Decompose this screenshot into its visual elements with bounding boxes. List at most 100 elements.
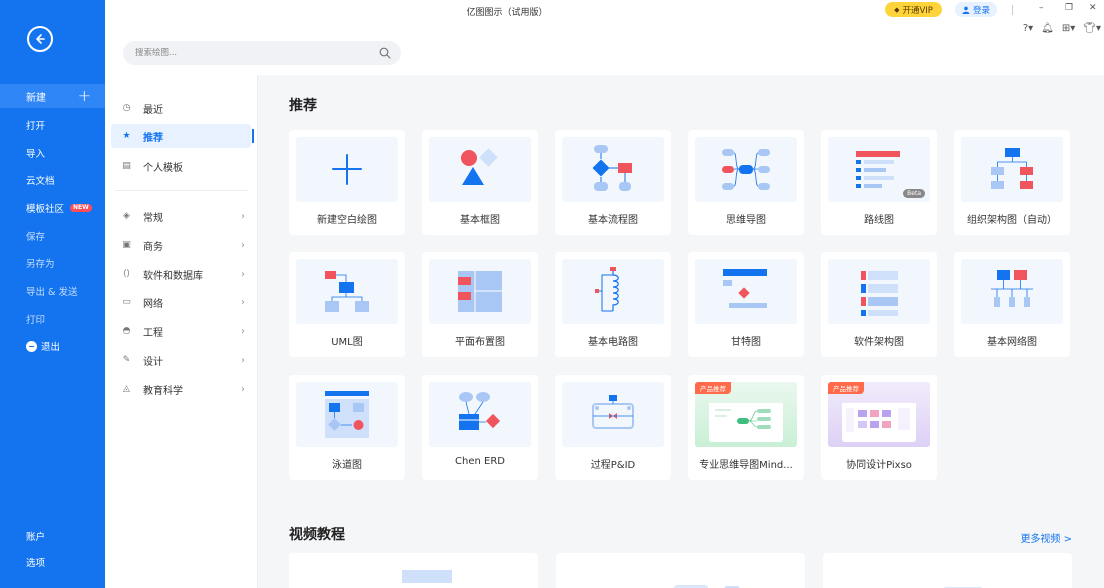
template-thumbnail <box>296 259 398 324</box>
sidebar-item-save[interactable]: 保存 <box>26 229 45 243</box>
template-card-uml[interactable]: UML图 <box>289 252 405 357</box>
template-card-pid[interactable]: 过程P&ID <box>555 375 671 480</box>
template-card-label: 软件架构图 <box>854 337 904 348</box>
template-card-mindmaster-promo[interactable]: 产品推荐 专业思维导图Mind... <box>688 375 804 480</box>
category-recommend[interactable]: ★ 推荐 <box>111 124 254 148</box>
template-card-label: 基本框图 <box>460 215 500 226</box>
template-card-network[interactable]: 基本网络图 <box>954 252 1070 357</box>
category-label: 教育科学 <box>143 385 183 397</box>
template-thumbnail <box>429 259 531 324</box>
category-label: 推荐 <box>143 132 163 144</box>
divider <box>1012 5 1013 15</box>
help-icon[interactable]: ?▾ <box>1023 23 1033 34</box>
template-card-label: 基本电路图 <box>588 337 638 348</box>
template-card-swimlane[interactable]: 泳道图 <box>289 375 405 480</box>
video-card[interactable] <box>823 553 1072 588</box>
search-input[interactable] <box>135 48 379 58</box>
category-label: 设计 <box>143 356 163 368</box>
app-window: 新建 + 打开 导入 云文档 模板社区 NEW 保存 另存为 导出 & 发送 打… <box>0 0 1104 588</box>
close-icon[interactable]: ✕ <box>1089 3 1097 13</box>
pencil-icon: ✎ <box>122 355 131 365</box>
template-thumbnail <box>562 137 664 202</box>
template-card-label: 甘特图 <box>731 337 761 348</box>
template-card-label: 基本网络图 <box>987 337 1037 348</box>
template-card-roadmap[interactable]: Beta 路线图 <box>821 130 937 235</box>
sidebar-item-export-send[interactable]: 导出 & 发送 <box>26 284 77 298</box>
template-thumbnail <box>429 382 531 447</box>
sidebar-item-account[interactable]: 账户 <box>26 529 45 543</box>
category-label: 商务 <box>143 241 163 253</box>
apps-grid-icon[interactable]: ⊞▾ <box>1062 23 1075 34</box>
star-icon: ★ <box>122 131 131 141</box>
category-business[interactable]: ▣ 商务 › <box>111 233 251 257</box>
sidebar-item-exit[interactable]: 退出 <box>26 339 60 353</box>
back-button[interactable] <box>27 26 53 52</box>
category-network[interactable]: ▭ 网络 › <box>111 290 251 314</box>
template-thumbnail: 产品推荐 <box>828 382 930 447</box>
sidebar-item-options[interactable]: 选项 <box>26 555 45 569</box>
clock-icon: ◷ <box>122 103 131 113</box>
template-card-blank[interactable]: 新建空白绘图 <box>289 130 405 235</box>
plus-icon <box>332 154 362 185</box>
template-card-pixso-promo[interactable]: 产品推荐 协同设计Pixso <box>821 375 937 480</box>
window-title: 亿图图示（试用版） <box>466 8 548 18</box>
sidebar-item-import[interactable]: 导入 <box>26 146 45 160</box>
template-card-circuit[interactable]: 基本电路图 <box>555 252 671 357</box>
category-education-science[interactable]: ◬ 教育科学 › <box>111 377 251 401</box>
template-card-mind-map[interactable]: 思维导图 <box>688 130 804 235</box>
chevron-right-icon: › <box>241 239 245 251</box>
category-recent[interactable]: ◷ 最近 <box>111 96 251 120</box>
briefcase-icon: ▣ <box>122 240 131 250</box>
category-nav: ◷ 最近 ★ 推荐 ▤ 个人模板 ◈ 常规 › ▣ 商务 › ⟨⟩ 软件和数据库… <box>105 75 258 588</box>
template-card-gantt[interactable]: 甘特图 <box>688 252 804 357</box>
category-general[interactable]: ◈ 常规 › <box>111 204 251 228</box>
org-chart-icon <box>991 148 1033 189</box>
minimize-icon[interactable]: – <box>1039 3 1044 13</box>
mind-map-icon <box>722 149 770 190</box>
architecture-icon <box>861 271 898 316</box>
main-content: 推荐 新建空白绘图 基本框图 基本流程图 思维导图 Beta 路线图 组织架构图… <box>258 75 1104 588</box>
sidebar-item-new[interactable]: 新建 + <box>0 84 105 108</box>
category-label: 最近 <box>143 104 163 116</box>
category-personal-templates[interactable]: ▤ 个人模板 <box>111 154 251 178</box>
search-icon[interactable] <box>379 47 391 59</box>
template-card-org-chart[interactable]: 组织架构图（自动） <box>954 130 1070 235</box>
video-card[interactable] <box>289 553 538 588</box>
template-thumbnail <box>562 382 664 447</box>
category-engineering[interactable]: ◓ 工程 › <box>111 319 251 343</box>
erd-icon <box>459 392 501 430</box>
circuit-icon <box>595 267 619 312</box>
sidebar-item-print[interactable]: 打印 <box>26 312 45 326</box>
template-card-label: 新建空白绘图 <box>317 215 377 226</box>
vip-button-label: 开通VIP <box>902 5 933 16</box>
template-card-flowchart[interactable]: 基本流程图 <box>555 130 671 235</box>
template-card-block-diagram[interactable]: 基本框图 <box>422 130 538 235</box>
sidebar-item-open[interactable]: 打开 <box>26 118 45 132</box>
document-icon: ▤ <box>122 161 131 171</box>
sidebar-item-cloud-docs[interactable]: 云文档 <box>26 173 55 187</box>
sidebar-item-save-as[interactable]: 另存为 <box>26 256 55 270</box>
beta-badge: Beta <box>903 189 925 198</box>
template-thumbnail <box>695 137 797 202</box>
template-card-chen-erd[interactable]: Chen ERD <box>422 375 538 480</box>
chevron-right-icon: › <box>241 210 245 222</box>
template-card-label: 组织架构图（自动） <box>967 215 1057 226</box>
video-card[interactable] <box>556 553 805 588</box>
video-thumbnail <box>402 570 452 583</box>
category-software-database[interactable]: ⟨⟩ 软件和数据库 › <box>111 262 251 286</box>
login-button[interactable]: 登录 <box>955 2 997 17</box>
template-card-software-architecture[interactable]: 软件架构图 <box>821 252 937 357</box>
shirt-icon[interactable]: 👕︎▾ <box>1083 23 1101 34</box>
category-design[interactable]: ✎ 设计 › <box>111 348 251 372</box>
gantt-icon <box>723 269 767 308</box>
sidebar-item-template-community[interactable]: 模板社区 NEW <box>26 201 92 215</box>
more-videos-link[interactable]: 更多视频 > <box>1020 530 1072 545</box>
tag-icon: ◈ <box>123 211 130 221</box>
exit-icon <box>26 340 37 352</box>
template-card-floor-plan[interactable]: 平面布置图 <box>422 252 538 357</box>
template-card-label: 泳道图 <box>332 460 362 471</box>
plus-icon: + <box>77 86 91 105</box>
bell-icon[interactable]: 🔔︎ <box>1041 23 1054 34</box>
vip-button[interactable]: ◆ 开通VIP <box>885 2 942 17</box>
restore-icon[interactable]: ❐ <box>1065 3 1073 13</box>
